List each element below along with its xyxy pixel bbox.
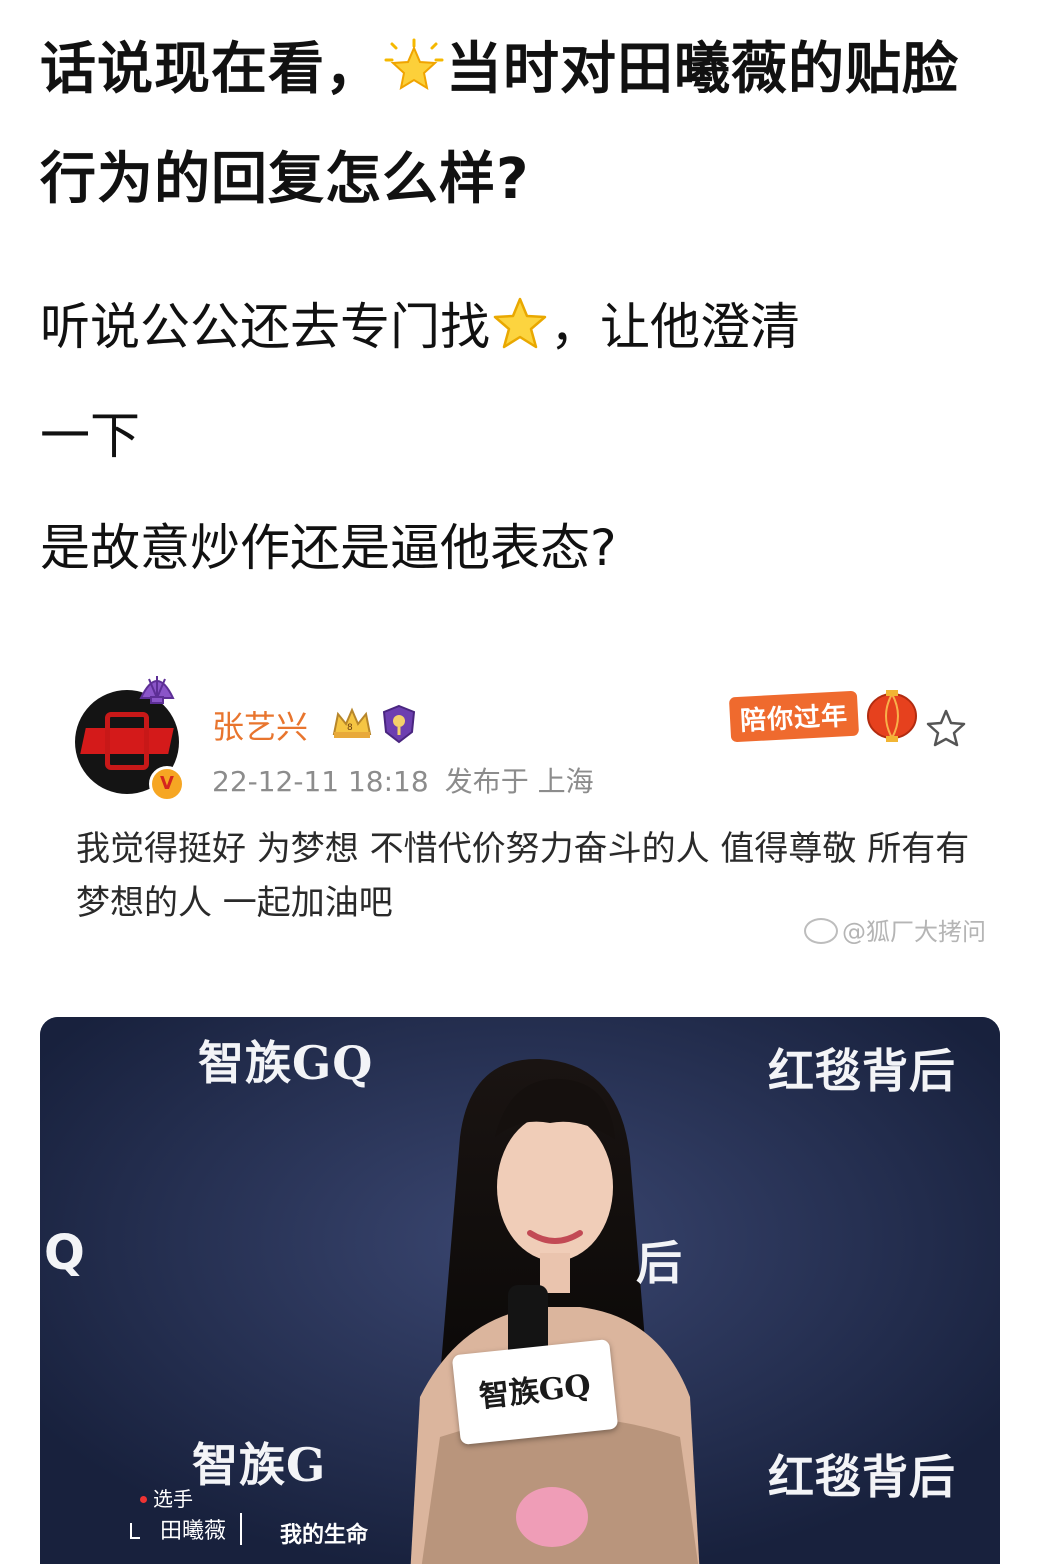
weibo-logo-icon [804,918,838,944]
avatar-logo-glyph [105,712,149,770]
crown-icon: 8 [330,706,374,740]
watermark: @狐厂大拷问 [804,912,986,947]
shell-icon [137,670,177,706]
post-meta: 22-12-11 18:18 发布于 上海 [212,760,610,800]
backdrop-logo-4: 红毯背后 [768,1450,956,1504]
backdrop-logo-3: 智族G [192,1438,327,1492]
new-year-badge-text: 陪你过年 [728,690,860,743]
post-timestamp: 22-12-11 18:18 [212,765,429,798]
caption-role: 选手 [140,1483,193,1512]
post-location: 发布于 上海 [444,765,594,798]
avatar-container[interactable]: V [75,676,185,802]
caption-song: 我的生命 [280,1523,369,1548]
backdrop-logo-6: 后 [636,1236,683,1290]
body-line-1: 听说公公还去专门找 ，让他澄清 [40,296,1000,361]
svg-text:8: 8 [347,723,353,733]
body-line-1-part1: 听说公公还去专门找 [40,298,490,356]
star-outline-icon[interactable] [926,708,966,748]
backdrop-logo-1: 智族GQ [198,1036,374,1090]
attached-photo[interactable]: 智族GQ 红毯背后 智族G 红毯背后 Q 后 智族GQ 选手 田曦薇 我的生命 [40,1017,1000,1564]
star-icon [490,296,550,361]
glowing-star-icon [382,24,446,128]
body-line-3: 是故意炒作还是逼他表态? [40,519,617,577]
embedded-weibo-card[interactable]: V 张艺兴 8 22-12-11 18:18 发布于 上海 陪你过年 我觉得挺好 … [40,650,1000,980]
caption-name: 田曦薇 [160,1513,243,1545]
user-name[interactable]: 张艺兴 [212,702,308,748]
post-title: 话说现在看， 当时对田曦薇的贴脸行为的回复怎么样? [40,18,1000,232]
microphone-card: 智族GQ [451,1338,619,1446]
new-year-badge: 陪你过年 [728,680,942,750]
verified-badge: V [149,766,185,802]
watermark-text: @狐厂大拷问 [842,918,986,946]
post-page: 话说现在看， 当时对田曦薇的贴脸行为的回复怎么样? 听说公公还去专门找 ，让他澄清 … [0,0,1041,1564]
title-text-part1: 话说现在看， [40,37,382,102]
backdrop-logo-2: 红毯背后 [768,1044,956,1098]
caption-bracket [130,1523,140,1539]
backdrop-logo-5: Q [44,1225,86,1281]
body-line-1-part2: ，让他澄清 [550,298,800,356]
lantern-icon [862,686,922,746]
rank-badge-icon [380,704,418,744]
body-line-2: 一下 [40,407,140,465]
